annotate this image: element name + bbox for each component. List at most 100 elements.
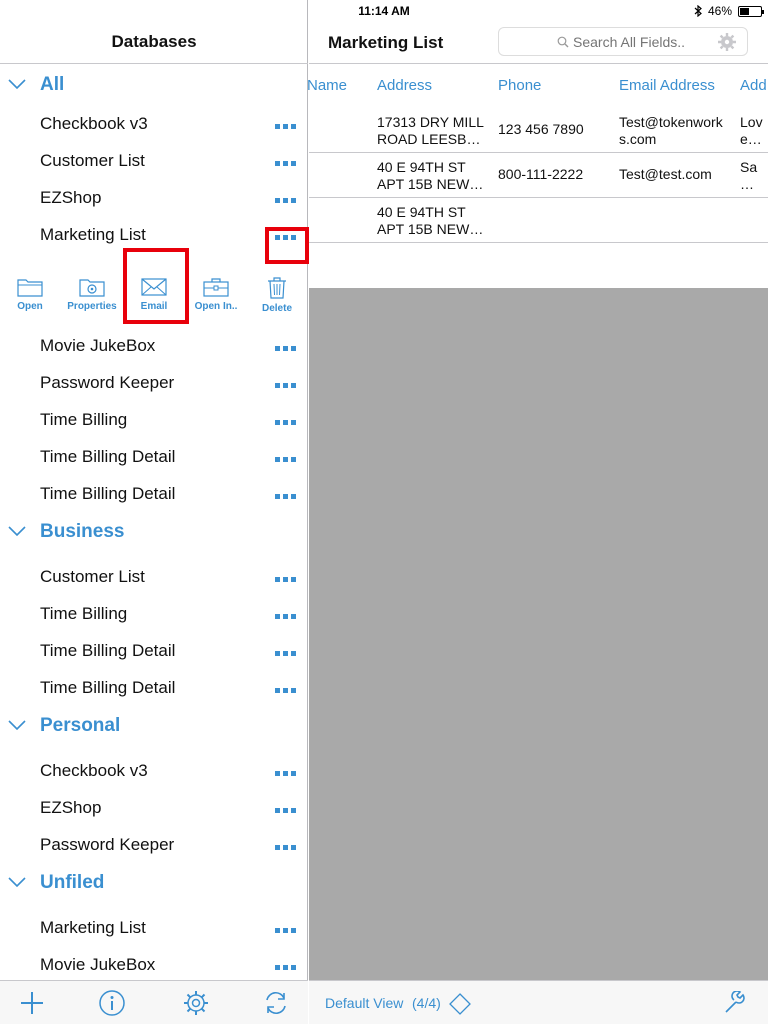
section-title: Personal	[40, 715, 121, 736]
more-icon[interactable]	[275, 494, 297, 500]
list-item[interactable]: Checkbook v3	[0, 752, 308, 789]
plus-icon[interactable]	[18, 989, 46, 1017]
info-icon[interactable]	[98, 989, 126, 1017]
database-name: Customer List	[40, 566, 145, 586]
list-item[interactable]: Marketing List	[0, 909, 308, 946]
properties-icon	[79, 279, 105, 297]
more-icon[interactable]	[275, 614, 297, 620]
database-name: Customer List	[40, 150, 145, 170]
action-label: Open In..	[194, 301, 238, 312]
section-title: Unfiled	[40, 872, 105, 893]
more-icon[interactable]	[275, 161, 297, 167]
database-name: Password Keeper	[40, 834, 175, 854]
properties-action-button[interactable]: Properties	[60, 253, 124, 327]
list-item[interactable]: Customer List	[0, 142, 308, 179]
more-icon[interactable]	[275, 688, 297, 694]
database-name: Marketing List	[40, 224, 146, 244]
search-settings-gear-icon[interactable]	[717, 32, 737, 52]
section-personal[interactable]: Personal	[0, 706, 308, 746]
search-input[interactable]	[573, 34, 713, 50]
database-list[interactable]: All Checkbook v3 Customer List EZShop Ma…	[0, 65, 308, 983]
sync-icon[interactable]	[262, 989, 290, 1017]
more-icon[interactable]	[275, 383, 297, 389]
list-item[interactable]: Password Keeper	[0, 364, 308, 401]
more-icon[interactable]	[275, 457, 297, 463]
list-item[interactable]: Time Billing Detail	[0, 438, 308, 475]
column-header-more[interactable]: Add	[740, 77, 767, 94]
search-box[interactable]	[498, 27, 748, 56]
gear-icon[interactable]	[182, 989, 210, 1017]
table-row[interactable]: 40 E 94TH ST APT 15B NEW… 800-111-2222 T…	[309, 153, 768, 198]
database-name: Time Billing Detail	[40, 640, 176, 660]
database-name: Time Billing	[40, 409, 128, 429]
view-switch-diamond-icon[interactable]	[449, 993, 471, 1015]
database-name: Time Billing	[40, 603, 128, 623]
list-item[interactable]: Time Billing Detail	[0, 669, 308, 706]
database-name: Marketing List	[40, 917, 146, 937]
chevron-down-icon	[8, 79, 26, 89]
list-item[interactable]: Time Billing Detail	[0, 632, 308, 669]
section-business[interactable]: Business	[0, 512, 308, 552]
chevron-down-icon	[8, 877, 26, 887]
record-count: (4/4)	[412, 995, 441, 1011]
briefcase-icon	[203, 278, 229, 297]
chevron-down-icon	[8, 526, 26, 536]
column-header-email[interactable]: Email Address	[619, 77, 715, 94]
column-header-address[interactable]: Address	[377, 77, 432, 94]
database-name: EZShop	[40, 797, 102, 817]
highlight-email-button	[123, 248, 189, 324]
more-icon[interactable]	[275, 346, 297, 352]
list-item[interactable]: Customer List	[0, 558, 308, 595]
view-selector[interactable]: Default View	[325, 995, 403, 1011]
table-row[interactable]: 17313 DRY MILL ROAD LEESB… 123 456 7890 …	[309, 108, 768, 153]
more-icon[interactable]	[275, 928, 297, 934]
empty-area	[309, 288, 768, 980]
wrench-icon[interactable]	[723, 991, 747, 1015]
section-all[interactable]: All	[0, 65, 308, 105]
delete-action-button[interactable]: Delete	[245, 253, 309, 327]
database-name: Checkbook v3	[40, 760, 148, 780]
database-name: Time Billing Detail	[40, 677, 176, 697]
list-item[interactable]: Time Billing Detail	[0, 475, 308, 512]
database-name: Time Billing Detail	[40, 446, 176, 466]
open-action-button[interactable]: Open	[0, 253, 62, 327]
more-icon[interactable]	[275, 651, 297, 657]
database-name: Checkbook v3	[40, 113, 148, 133]
panel-title: Databases	[111, 32, 197, 51]
more-icon[interactable]	[275, 577, 297, 583]
open-in-action-button[interactable]: Open In..	[184, 253, 248, 327]
section-title: All	[40, 74, 65, 95]
list-item[interactable]: Movie JukeBox	[0, 946, 308, 983]
list-item[interactable]: Password Keeper	[0, 826, 308, 863]
section-unfiled[interactable]: Unfiled	[0, 863, 308, 903]
extra-cell: Lov e…	[740, 114, 763, 147]
column-header-name[interactable]: Name	[307, 77, 347, 94]
more-icon[interactable]	[275, 124, 297, 130]
list-item[interactable]: EZShop	[0, 789, 308, 826]
action-label: Delete	[261, 303, 292, 314]
action-label: Properties	[67, 301, 117, 312]
more-icon[interactable]	[275, 965, 297, 971]
column-header-phone[interactable]: Phone	[498, 77, 541, 94]
databases-header: Databases	[0, 22, 308, 64]
records-table: 17313 DRY MILL ROAD LEESB… 123 456 7890 …	[309, 108, 768, 288]
extra-cell: Sa …	[740, 159, 758, 192]
more-icon[interactable]	[275, 845, 297, 851]
more-icon[interactable]	[275, 808, 297, 814]
list-item[interactable]: Movie JukeBox	[0, 327, 308, 364]
list-item[interactable]: Time Billing	[0, 595, 308, 632]
search-icon	[557, 36, 569, 48]
more-icon[interactable]	[275, 420, 297, 426]
list-item[interactable]: EZShop	[0, 179, 308, 216]
action-label: Open	[17, 301, 43, 312]
empty-row	[309, 243, 768, 288]
address-cell: 40 E 94TH ST APT 15B NEW…	[377, 204, 484, 237]
list-item[interactable]: Checkbook v3	[0, 105, 308, 142]
trash-icon	[268, 277, 286, 299]
list-item[interactable]: Time Billing	[0, 401, 308, 438]
more-icon[interactable]	[275, 198, 297, 204]
database-name: Time Billing Detail	[40, 483, 176, 503]
more-icon[interactable]	[275, 771, 297, 777]
table-row[interactable]: 40 E 94TH ST APT 15B NEW…	[309, 198, 768, 243]
highlight-more-button	[265, 227, 309, 264]
